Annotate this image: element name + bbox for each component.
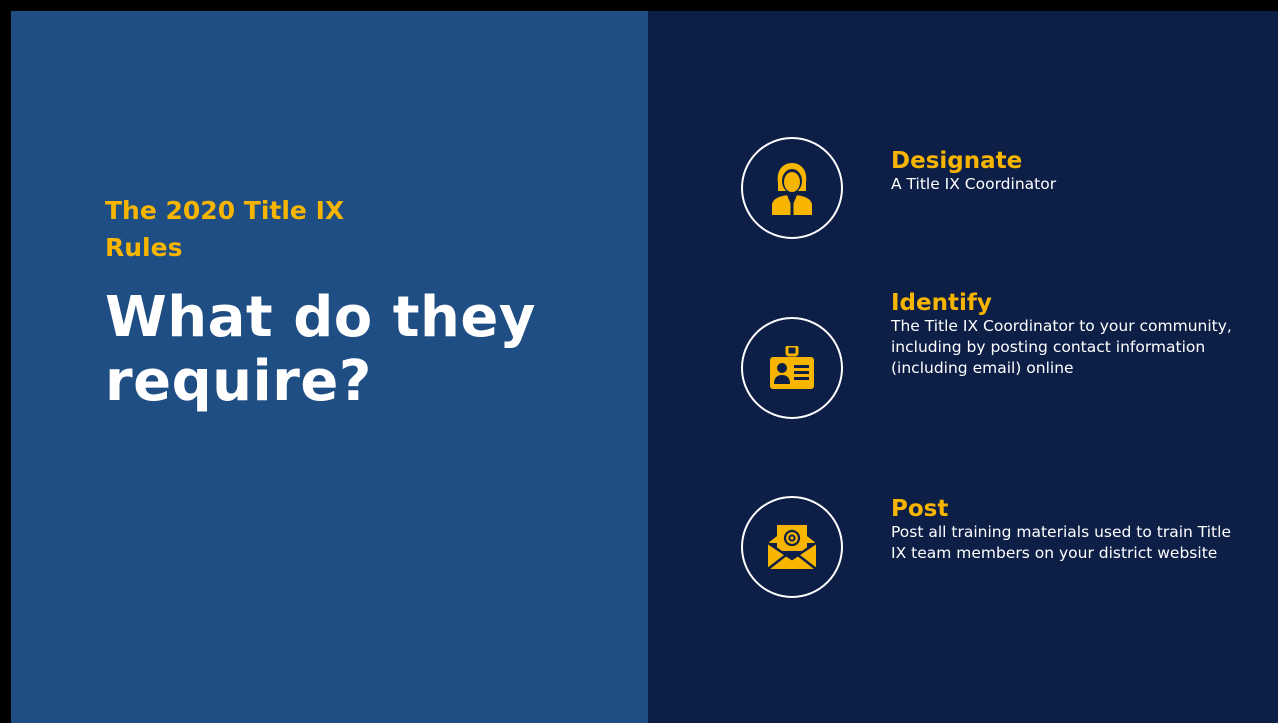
requirement-text: Identify The Title IX Coordinator to you…	[891, 290, 1251, 379]
requirement-description: A Title IX Coordinator	[891, 175, 1057, 193]
slide-title: What do they require?	[105, 285, 536, 414]
requirement-text: Post Post all training materials used to…	[891, 496, 1251, 564]
slide: The 2020 Title IX Rules What do they req…	[11, 11, 1278, 723]
requirement-title: Designate	[891, 148, 1023, 174]
icon-circle	[741, 137, 843, 239]
icon-circle	[741, 496, 843, 598]
requirement-description: The Title IX Coordinator to your communi…	[891, 317, 1232, 377]
slide-subtitle: The 2020 Title IX Rules	[105, 196, 345, 262]
requirement-title: Post	[891, 496, 949, 522]
id-badge-icon	[770, 346, 814, 389]
requirement-text: Designate A Title IX Coordinator	[891, 148, 1251, 195]
right-panel: Designate A Title IX Coordinator Identif…	[648, 11, 1278, 723]
requirement-title: Identify	[891, 290, 992, 316]
requirement-description: Post all training materials used to trai…	[891, 523, 1231, 562]
left-panel: The 2020 Title IX Rules What do they req…	[11, 11, 648, 723]
icon-circle	[741, 317, 843, 419]
email-envelope-icon	[767, 525, 817, 570]
person-icon	[772, 163, 812, 215]
